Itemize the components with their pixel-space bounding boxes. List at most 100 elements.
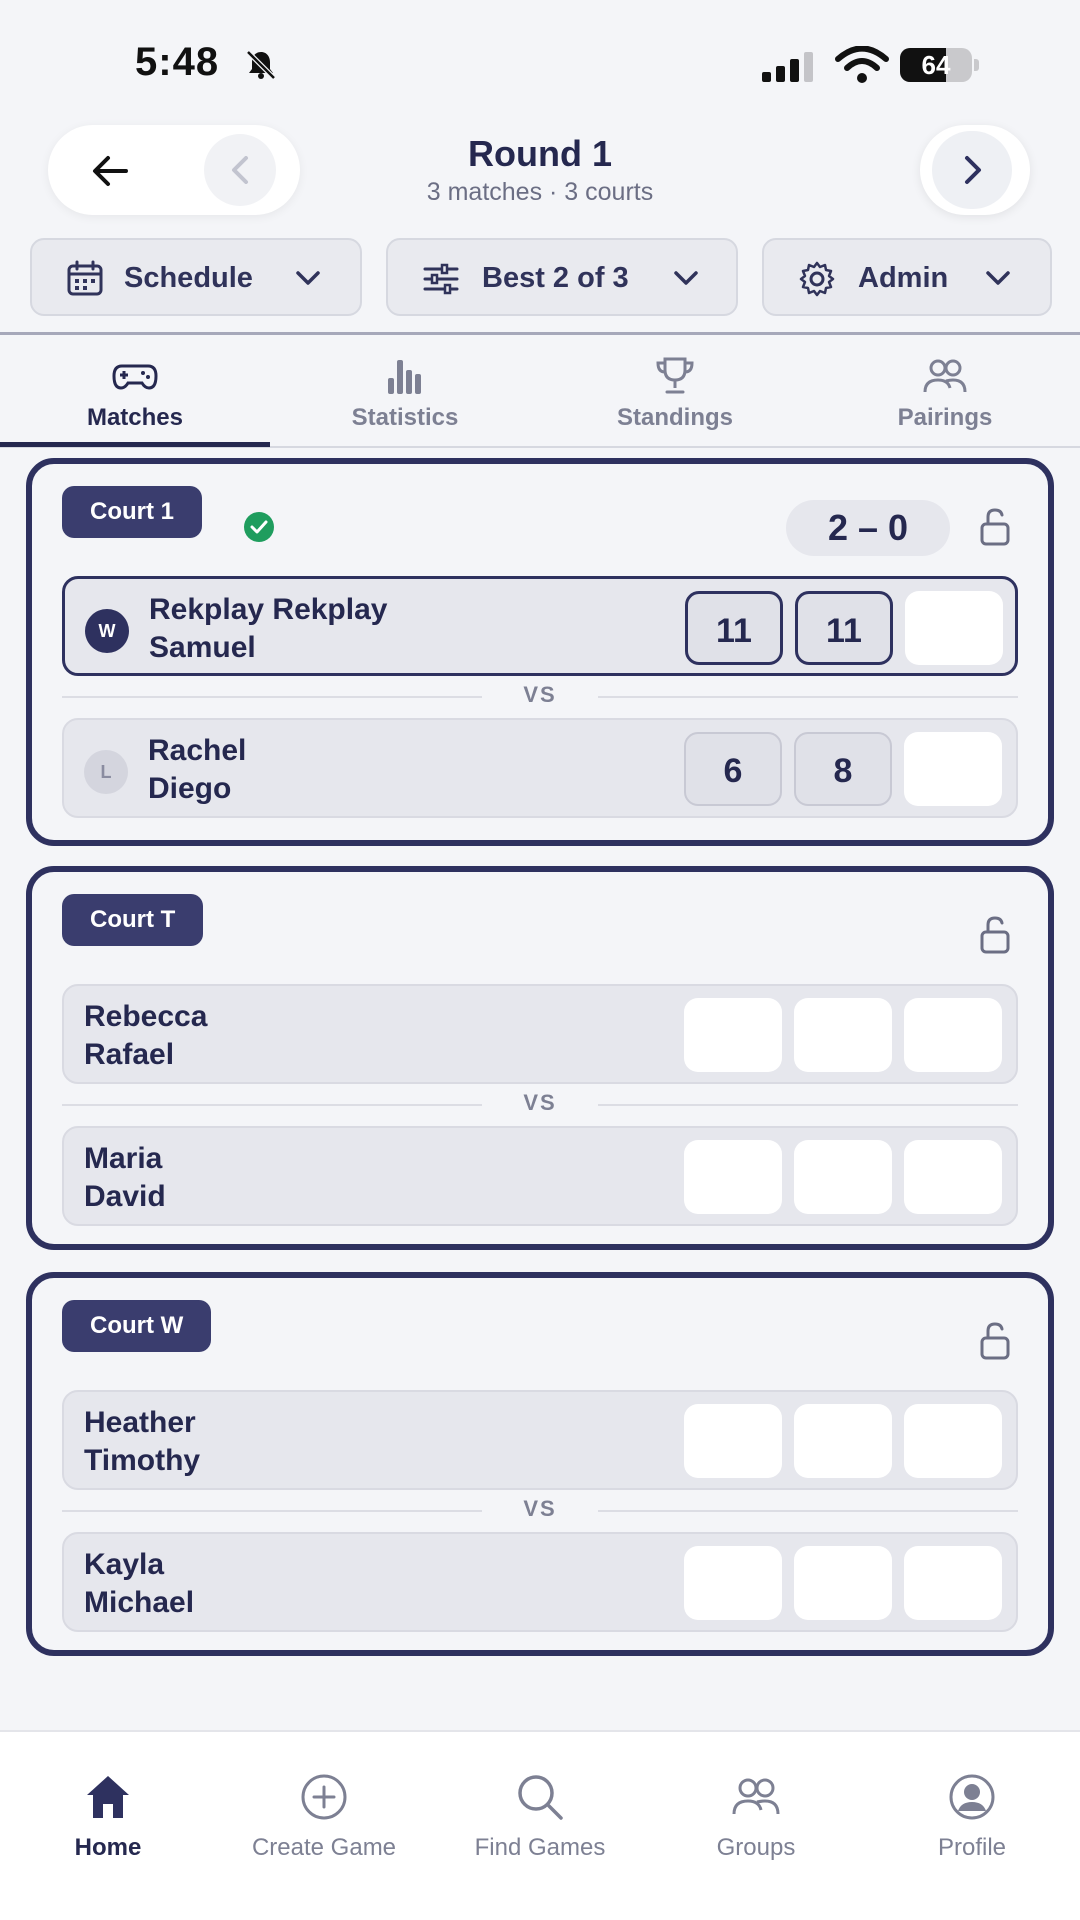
admin-dropdown[interactable]: Admin [762, 238, 1052, 316]
tab-statistics-label: Statistics [351, 404, 459, 431]
game-score-input[interactable]: 6 [684, 732, 782, 806]
player-name: Timothy [84, 1444, 201, 1477]
active-tab-indicator [0, 442, 270, 447]
player-name: Rafael [84, 1038, 175, 1071]
back-arrow-icon[interactable] [88, 149, 132, 193]
plus-circle-icon [301, 1774, 347, 1820]
status-bar: 5:48 64 [0, 0, 1080, 120]
game-score-input[interactable] [904, 1140, 1002, 1214]
game-score-input[interactable] [684, 1404, 782, 1478]
match-format-dropdown[interactable]: Best 2 of 3 [386, 238, 738, 316]
nav-home[interactable]: Home [0, 1772, 216, 1892]
header-nav-pill [48, 125, 300, 215]
round-subtitle: 3 matches · 3 courts [426, 178, 654, 206]
signal-icon [762, 52, 813, 82]
sliders-icon [423, 263, 459, 295]
match-format-label: Best 2 of 3 [482, 262, 629, 294]
previous-round-button[interactable] [204, 134, 276, 206]
game-score-input[interactable]: 11 [685, 591, 783, 665]
wifi-icon [835, 46, 889, 83]
player-name: Diego [148, 772, 232, 805]
game-score-input[interactable] [905, 591, 1003, 665]
game-score-input[interactable] [684, 1546, 782, 1620]
game-score-input[interactable] [684, 998, 782, 1072]
schedule-dropdown-label: Schedule [124, 262, 253, 294]
player-name: Rachel [148, 734, 247, 767]
chevron-down-icon [674, 271, 698, 285]
game-score-input[interactable] [794, 1404, 892, 1478]
nav-create-game[interactable]: Create Game [216, 1772, 432, 1892]
team-names: Maria David [84, 1140, 166, 1216]
game-score-input[interactable] [684, 1140, 782, 1214]
vs-divider: VS [62, 1090, 1018, 1120]
status-time: 5:48 [135, 40, 220, 84]
game-score-input[interactable] [904, 998, 1002, 1072]
game-score-input[interactable] [794, 998, 892, 1072]
game-score-input[interactable] [794, 1140, 892, 1214]
calendar-icon [67, 260, 103, 296]
team-row: Heather Timothy [62, 1390, 1018, 1490]
nav-profile[interactable]: Profile [864, 1772, 1080, 1892]
court-card: Court W Heather Timothy VS Kayla Michael [26, 1272, 1054, 1656]
nav-find-games-label: Find Games [474, 1834, 606, 1861]
vs-divider: VS [62, 682, 1018, 712]
round-title: Round 1 [468, 133, 612, 174]
bottom-nav: Home Create Game Find Games Groups Profi… [0, 1730, 1080, 1920]
court-card: Court T Rebecca Rafael VS Maria David [26, 866, 1054, 1250]
unlock-icon[interactable] [978, 506, 1012, 546]
battery-indicator: 64 [900, 48, 980, 82]
player-name: Maria [84, 1142, 163, 1175]
player-name: Samuel [149, 631, 256, 664]
team-names: Rekplay Rekplay Samuel [149, 591, 387, 667]
game-score-input[interactable] [794, 1546, 892, 1620]
winner-badge: W [85, 609, 129, 653]
vs-label: VS [523, 1090, 557, 1115]
team-row: Kayla Michael [62, 1532, 1018, 1632]
check-icon [244, 512, 274, 542]
tab-matches[interactable]: Matches [0, 338, 270, 448]
home-icon [87, 1776, 129, 1818]
chevron-down-icon [986, 271, 1010, 285]
team-row: W Rekplay Rekplay Samuel 11 11 [62, 576, 1018, 676]
tab-standings[interactable]: Standings [540, 338, 810, 448]
schedule-dropdown[interactable]: Schedule [30, 238, 362, 316]
nav-home-label: Home [74, 1834, 142, 1861]
gear-icon [799, 261, 835, 297]
player-name: Rekplay Rekplay [149, 593, 388, 626]
game-score-input[interactable]: 8 [794, 732, 892, 806]
unlock-icon[interactable] [978, 914, 1012, 954]
court-badge: Court W [62, 1300, 212, 1352]
team-row: Rebecca Rafael [62, 984, 1018, 1084]
court-card: Court 1 2 – 0 W Rekplay Rekplay Samuel 1… [26, 458, 1054, 846]
game-score-input[interactable] [904, 1546, 1002, 1620]
player-name: David [84, 1180, 166, 1213]
people-icon [732, 1778, 780, 1815]
tab-statistics[interactable]: Statistics [270, 338, 540, 448]
player-name: Rebecca [84, 1000, 208, 1033]
loser-badge: L [84, 750, 128, 794]
player-name: Michael [84, 1586, 195, 1619]
nav-profile-label: Profile [937, 1834, 1007, 1861]
game-score-input[interactable] [904, 732, 1002, 806]
match-score: 2 – 0 [786, 500, 950, 556]
people-icon [923, 359, 967, 393]
gamepad-icon [112, 364, 158, 390]
game-score-input[interactable] [904, 1404, 1002, 1478]
nav-groups[interactable]: Groups [648, 1772, 864, 1892]
chevron-right-icon [965, 156, 981, 184]
next-round-button[interactable] [920, 125, 1030, 215]
tab-bar: Matches Statistics Standings Pairings [0, 338, 1080, 448]
team-names: Rebecca Rafael [84, 998, 207, 1074]
vs-divider: VS [62, 1496, 1018, 1526]
tab-pairings-label: Pairings [897, 404, 993, 431]
court-badge: Court T [62, 894, 204, 946]
team-row: L Rachel Diego 6 8 [62, 718, 1018, 818]
tab-matches-label: Matches [86, 404, 184, 431]
nav-create-game-label: Create Game [251, 1834, 397, 1861]
tab-pairings[interactable]: Pairings [810, 338, 1080, 448]
player-name: Kayla [84, 1548, 165, 1581]
admin-dropdown-label: Admin [858, 262, 949, 294]
unlock-icon[interactable] [978, 1320, 1012, 1360]
nav-find-games[interactable]: Find Games [432, 1772, 648, 1892]
game-score-input[interactable]: 11 [795, 591, 893, 665]
